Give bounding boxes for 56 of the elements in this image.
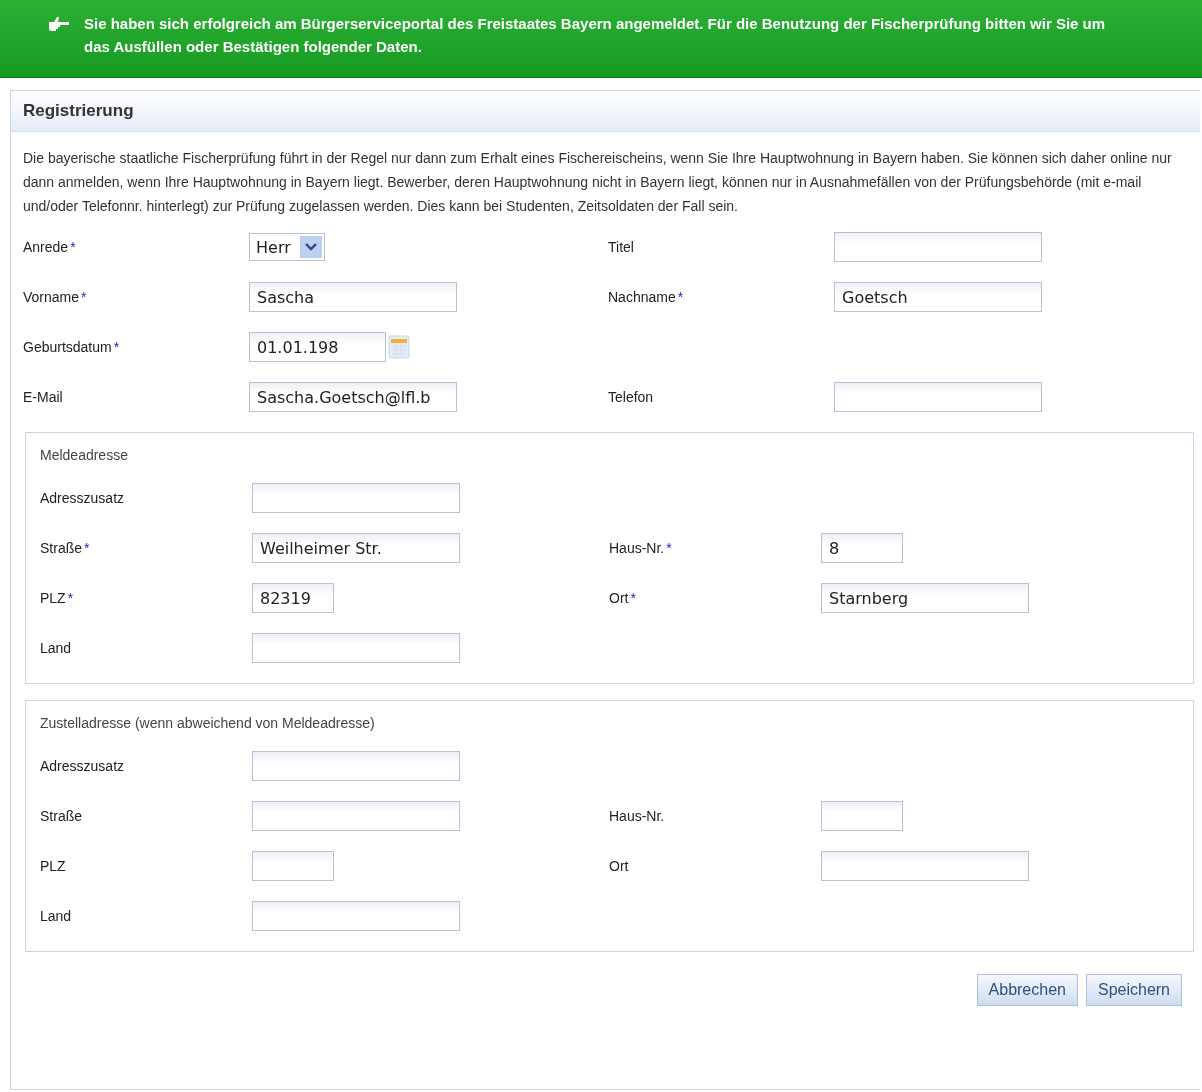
- field-label: Adresszusatz: [40, 758, 125, 774]
- field-label: Straße: [40, 540, 82, 556]
- calendar-icon[interactable]: [388, 335, 410, 359]
- section-legend: Meldeadresse: [40, 447, 1193, 463]
- text-field[interactable]: [834, 232, 1042, 262]
- field-label: Geburtsdatum: [23, 339, 112, 355]
- chevron-down-icon: [300, 236, 322, 258]
- required-mark: *: [666, 540, 672, 556]
- text-field[interactable]: Weilheimer Str.: [252, 533, 460, 563]
- required-mark: *: [81, 289, 87, 305]
- pointing-hand-icon: [48, 16, 70, 34]
- field-label: Ort: [609, 590, 629, 606]
- field-label: Nachname: [608, 289, 676, 305]
- text-field[interactable]: 8: [821, 533, 903, 563]
- text-field[interactable]: [252, 483, 460, 513]
- text-field[interactable]: Sascha: [249, 282, 457, 312]
- cancel-button[interactable]: Abbrechen: [976, 974, 1078, 1006]
- save-button[interactable]: Speichern: [1085, 974, 1182, 1006]
- text-field[interactable]: [834, 382, 1042, 412]
- field-label: E-Mail: [23, 389, 63, 405]
- required-mark: *: [70, 239, 76, 255]
- section-legend: Zustelladresse (wenn abweichend von Meldeadresse): [40, 715, 1193, 731]
- required-mark: *: [113, 339, 120, 355]
- text-field[interactable]: [821, 801, 903, 831]
- field-label: Telefon: [608, 389, 654, 405]
- field-label: Haus-Nr.: [609, 808, 665, 824]
- intro-text: Die bayerische staatliche Fischerprüfung führt in der Regel nur dann zum Erhalt eines Fischereischeins, wenn Sie Ihre Hauptwohnung in Bayern haben. Sie können sich daher online nur dann anmelden, wenn Ihre Hauptwohnung in Bayern liegt. Bewerber, deren Hauptwohnung nicht in Bayern liegt, können nur in Ausnahmefällen von der Prüfungsbehörde (mit e-mail und/oder Telefonnr. hinterlegt) zur Prüfung zugelassen werden. Dies kann bei Studenten, Zeitsoldaten der Fall sein.: [22, 149, 1173, 216]
- field-label: Adresszusatz: [40, 490, 125, 506]
- text-field[interactable]: 82319: [252, 583, 334, 613]
- text-field[interactable]: [252, 901, 460, 931]
- date-field[interactable]: 01.01.198: [249, 332, 386, 362]
- field-label: Ort: [609, 858, 629, 874]
- text-field[interactable]: [252, 801, 460, 831]
- banner-message: Sie haben sich erfolgreich am Bürgerserviceportal des Freistaates Bayern angemeldet. Für die Benutzung der Fischerprüfung bitten wir Sie um das Ausfüllen oder Bestätigen folgender Daten.: [84, 14, 1107, 57]
- required-mark: *: [67, 590, 74, 606]
- text-field[interactable]: [821, 851, 1029, 881]
- required-mark: *: [84, 540, 90, 556]
- field-label: Anrede: [23, 239, 69, 255]
- text-field[interactable]: [252, 751, 460, 781]
- field-label: Land: [40, 640, 72, 656]
- field-label: Land: [40, 908, 72, 924]
- text-field[interactable]: Sascha.Goetsch@lfl.b: [249, 382, 457, 412]
- field-label: PLZ: [40, 590, 66, 606]
- text-field[interactable]: Starnberg: [821, 583, 1029, 613]
- field-label: Titel: [608, 239, 634, 255]
- field-label: Vorname: [23, 289, 80, 305]
- field-label: PLZ: [40, 858, 66, 874]
- text-field[interactable]: [252, 633, 460, 663]
- text-field[interactable]: Goetsch: [834, 282, 1042, 312]
- field-label: Straße: [40, 808, 82, 824]
- required-mark: *: [677, 289, 684, 305]
- field-label: Haus-Nr.: [609, 540, 665, 556]
- text-field[interactable]: [252, 851, 334, 881]
- required-mark: *: [630, 590, 636, 606]
- panel-title: Registrierung: [23, 101, 134, 121]
- salutation-dropdown[interactable]: Herr: [249, 233, 325, 261]
